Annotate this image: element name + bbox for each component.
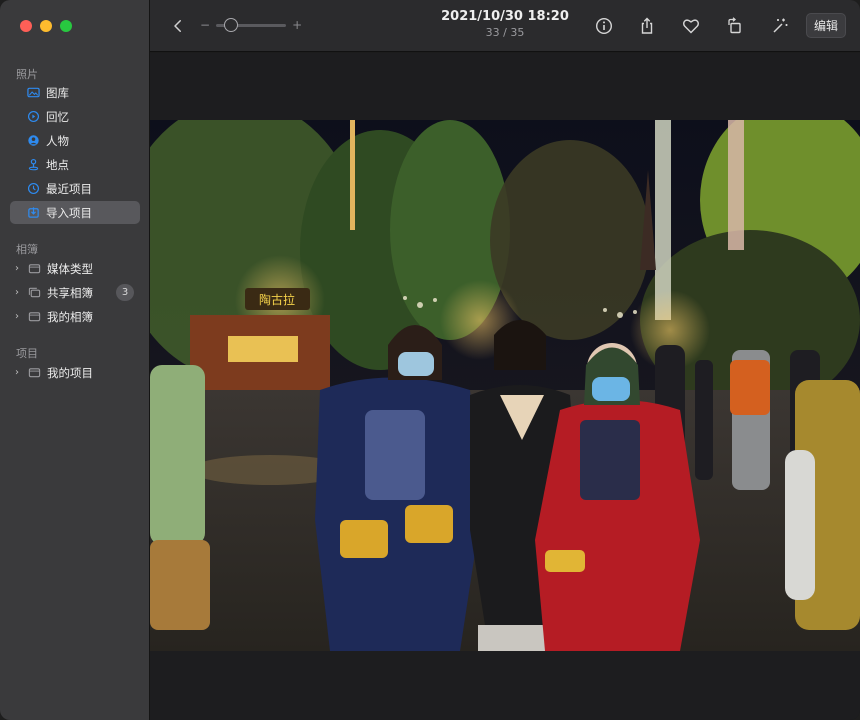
sidebar-item-shared-albums[interactable]: › 共享相簿 3 [10,281,140,304]
info-button[interactable] [593,15,615,37]
photos-library-icon [26,86,40,100]
sidebar-item-label: 导入项目 [46,205,92,220]
zoom-window-button[interactable] [60,20,72,32]
stall-sign-text: 陶古拉 [259,292,295,307]
sidebar-item-places[interactable]: 地点 [10,153,140,176]
recents-clock-icon [26,182,40,196]
places-icon [26,158,40,172]
memories-icon [26,110,40,124]
photo-date-time: 2021/10/30 18:20 [441,9,569,24]
sidebar-item-label: 我的相簿 [47,309,93,324]
zoom-control: − + [200,17,302,32]
projects-section-title: 项目 [16,347,38,360]
photo-title: 2021/10/30 18:20 33 / 35 [420,9,590,39]
favorite-button[interactable] [680,15,702,37]
sidebar-item-label: 地点 [46,157,69,172]
sidebar-item-memories[interactable]: 回忆 [10,105,140,128]
folder-icon [27,366,41,380]
photo-viewer: 陶古拉 [150,53,860,720]
minimize-window-button[interactable] [40,20,52,32]
zoom-slider[interactable] [216,17,287,32]
toolbar: − + 2021/10/30 18:20 33 / 35 编辑 [150,0,860,52]
people-icon [26,134,40,148]
chevron-right-icon[interactable]: › [15,367,25,378]
sidebar-item-label: 我的项目 [47,365,93,380]
sidebar-item-imports[interactable]: 导入项目 [10,201,140,224]
chevron-right-icon[interactable]: › [15,287,25,298]
chevron-right-icon[interactable]: › [15,263,25,274]
magic-wand-icon [773,18,788,33]
rotate-button[interactable] [724,15,746,37]
back-button[interactable] [170,16,186,36]
shared-album-icon [27,286,41,300]
sidebar-item-media-types[interactable]: › 媒体类型 [10,257,140,280]
sidebar-item-label: 图库 [46,85,69,100]
zoom-out-button[interactable]: − [200,18,210,32]
folder-icon [27,262,41,276]
sidebar-item-label: 最近项目 [46,181,92,196]
sidebar-item-label: 回忆 [46,109,69,124]
folder-icon [27,310,41,324]
sidebar-item-label: 人物 [46,133,69,148]
sidebar-item-recents[interactable]: 最近项目 [10,177,140,200]
share-icon [641,17,653,34]
chevron-right-icon[interactable]: › [15,311,25,322]
photos-section-title: 照片 [16,68,38,81]
albums-section-title: 相簿 [16,243,38,256]
sidebar-item-library[interactable]: 图库 [10,81,140,104]
shared-album-count-badge: 3 [116,284,134,301]
photo-image[interactable]: 陶古拉 [150,120,860,651]
share-button[interactable] [636,15,658,37]
heart-icon [683,19,699,34]
photo-counter: 33 / 35 [485,26,525,39]
sidebar-item-my-albums[interactable]: › 我的相簿 [10,305,140,328]
window-controls [20,20,72,32]
zoom-slider-knob[interactable] [223,17,238,32]
auto-enhance-button[interactable] [769,15,791,37]
sidebar-item-label: 媒体类型 [47,261,93,276]
sidebar: 照片 图库 回忆 人物 地点 最近项目 导入项目 相簿 › 媒体类型 › 共享相… [0,0,150,720]
edit-button[interactable]: 编辑 [806,13,846,38]
close-window-button[interactable] [20,20,32,32]
import-icon [26,206,40,220]
sidebar-item-my-projects[interactable]: › 我的项目 [10,361,140,384]
info-icon [595,17,613,35]
sidebar-item-label: 共享相簿 [47,285,93,300]
rotate-icon [728,17,741,34]
night-park-cosplay-photo: 陶古拉 [150,120,860,651]
chevron-left-icon [174,20,181,32]
photos-app-window: 照片 图库 回忆 人物 地点 最近项目 导入项目 相簿 › 媒体类型 › 共享相… [0,0,860,720]
sidebar-item-people[interactable]: 人物 [10,129,140,152]
zoom-in-button[interactable]: + [292,18,302,32]
